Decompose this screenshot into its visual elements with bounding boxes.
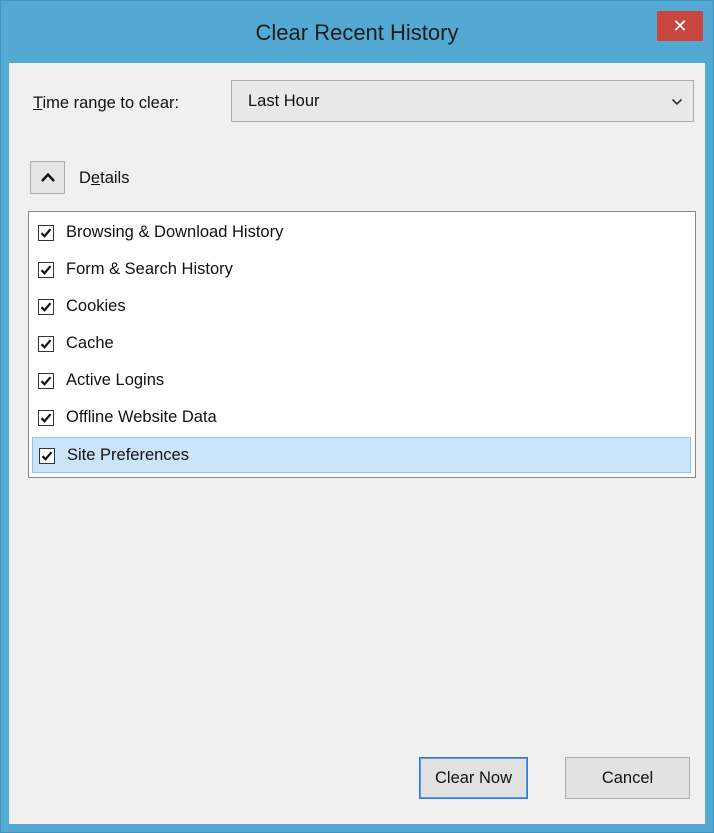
- checkmark-icon: [40, 265, 52, 275]
- checkbox[interactable]: [38, 336, 54, 352]
- list-item-label: Site Preferences: [67, 446, 189, 464]
- time-range-selected-value: Last Hour: [248, 92, 320, 110]
- list-item-cookies[interactable]: Cookies: [32, 289, 691, 325]
- checkmark-icon: [40, 302, 52, 312]
- checkmark-icon: [40, 339, 52, 349]
- time-range-label: Time range to clear:: [33, 94, 179, 113]
- chevron-up-icon: [41, 172, 55, 182]
- time-range-label-text: ime range to clear:: [42, 94, 180, 112]
- details-label-start: D: [79, 169, 91, 187]
- list-item-label: Active Logins: [66, 371, 165, 389]
- list-item-label: Cache: [66, 334, 114, 352]
- details-toggle-button[interactable]: [30, 161, 65, 194]
- list-item-browsing-download-history[interactable]: Browsing & Download History: [32, 215, 691, 251]
- title-bar[interactable]: Clear Recent History ✕: [1, 1, 713, 63]
- list-item-offline-website-data[interactable]: Offline Website Data: [32, 400, 691, 436]
- checkmark-icon: [40, 376, 52, 386]
- checkbox[interactable]: [38, 299, 54, 315]
- list-item-label: Browsing & Download History: [66, 223, 284, 241]
- checkbox[interactable]: [38, 225, 54, 241]
- clear-now-button[interactable]: Clear Now: [419, 757, 528, 799]
- details-label: Details: [79, 169, 129, 188]
- checkmark-icon: [40, 228, 52, 238]
- details-label-mnemonic: e: [90, 169, 101, 187]
- checkmark-icon: [40, 413, 52, 423]
- close-button[interactable]: ✕: [657, 11, 703, 41]
- checkbox[interactable]: [39, 448, 55, 464]
- time-range-select[interactable]: Last Hour: [231, 80, 694, 122]
- dialog-content: Time range to clear: Last Hour Details B…: [9, 63, 705, 824]
- clear-history-dialog: Clear Recent History ✕ Time range to cle…: [0, 0, 714, 833]
- checkbox[interactable]: [38, 410, 54, 426]
- details-label-end: tails: [100, 169, 130, 187]
- list-item-cache[interactable]: Cache: [32, 326, 691, 362]
- checkbox[interactable]: [38, 373, 54, 389]
- dialog-title: Clear Recent History: [255, 20, 459, 45]
- list-item-active-logins[interactable]: Active Logins: [32, 363, 691, 399]
- checkbox[interactable]: [38, 262, 54, 278]
- close-icon: ✕: [672, 16, 688, 36]
- checkmark-icon: [41, 451, 53, 461]
- list-item-label: Cookies: [66, 297, 126, 315]
- list-item-site-preferences[interactable]: Site Preferences: [32, 437, 691, 473]
- list-item-label: Form & Search History: [66, 260, 233, 278]
- list-item-label: Offline Website Data: [66, 408, 217, 426]
- history-items-list[interactable]: Browsing & Download History Form & Searc…: [28, 211, 696, 478]
- cancel-button[interactable]: Cancel: [565, 757, 690, 799]
- list-item-form-search-history[interactable]: Form & Search History: [32, 252, 691, 288]
- chevron-down-icon: [671, 94, 683, 112]
